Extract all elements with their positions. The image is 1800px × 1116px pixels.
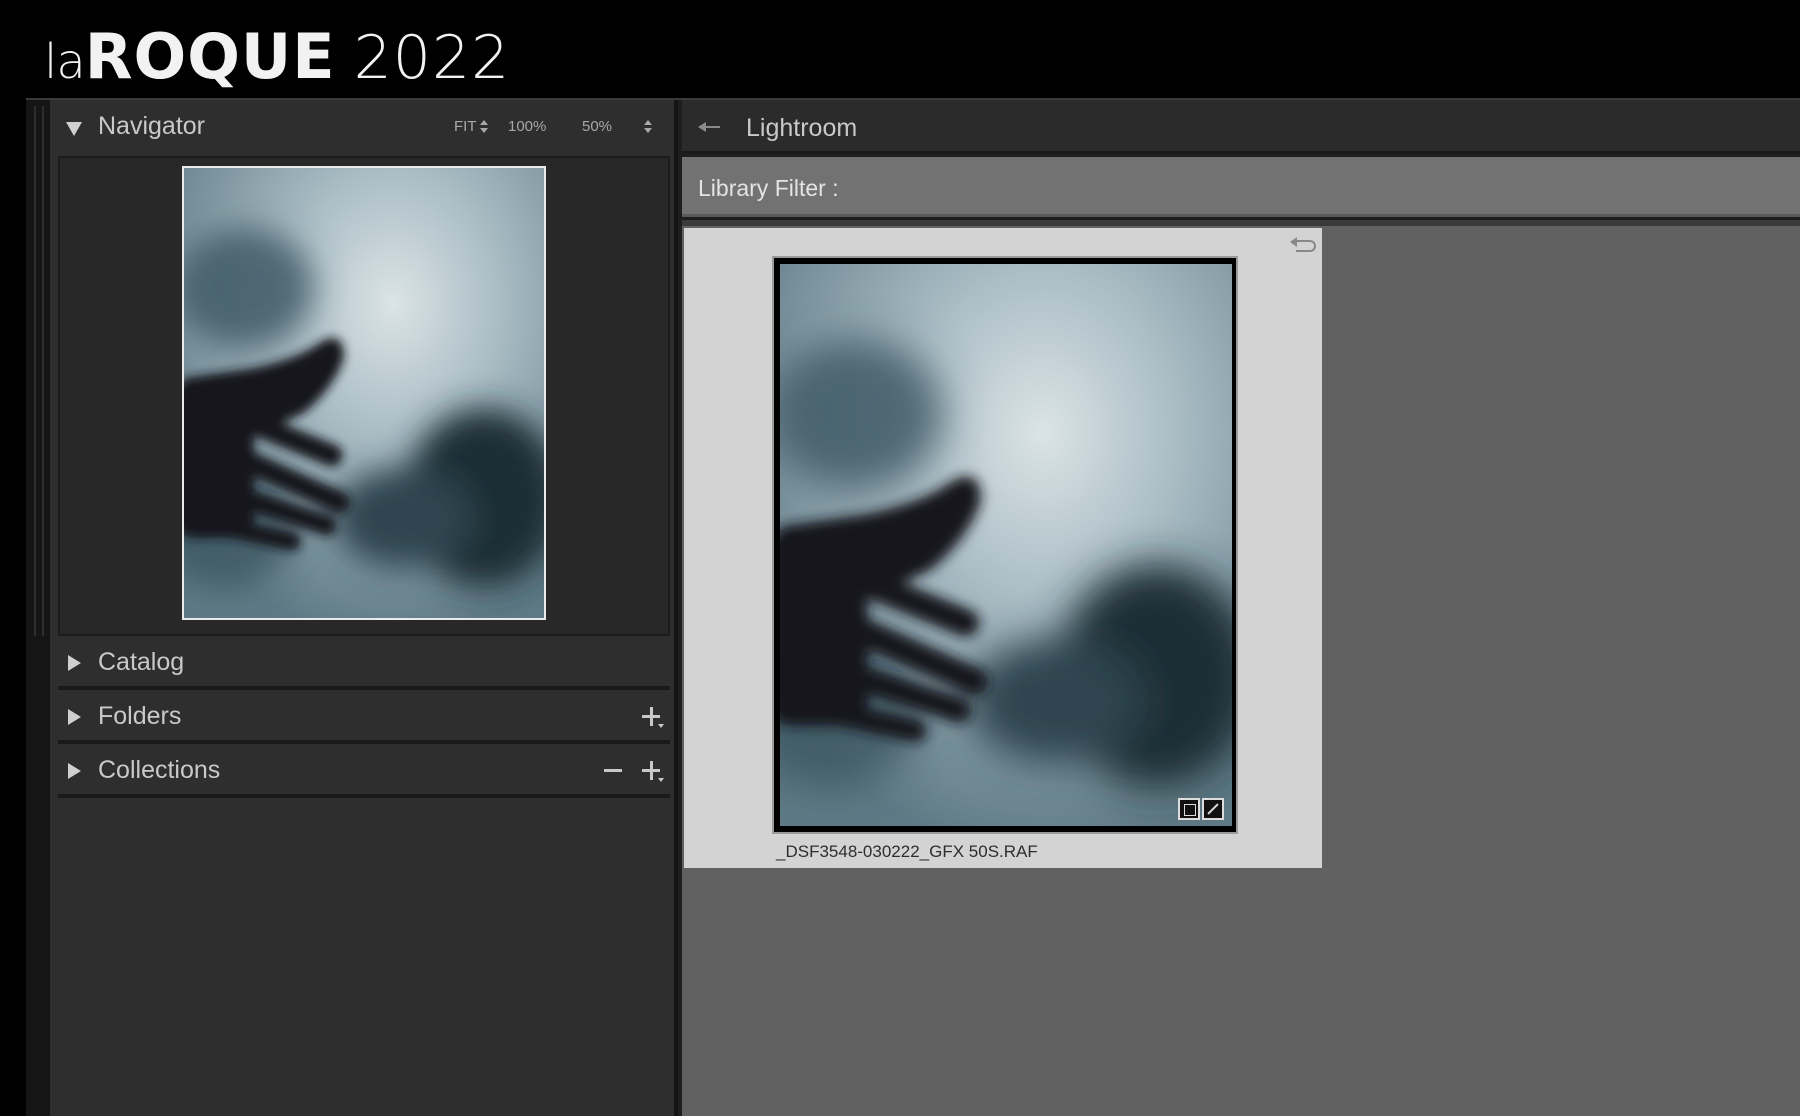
zoom-50[interactable]: 50% (582, 118, 612, 135)
grid-cell[interactable]: _DSF3548-030222_GFX 50S.RAF (684, 228, 1322, 868)
module-bar: Lightroom (682, 100, 1800, 154)
back-arrow-icon[interactable] (698, 118, 724, 136)
collections-section[interactable]: Collections (58, 746, 670, 798)
folders-section[interactable]: Folders (58, 692, 670, 744)
thumbnail-badges (1176, 798, 1224, 820)
library-filter-bar: Library Filter : (682, 157, 1800, 217)
thumbnail-filename: _DSF3548-030222_GFX 50S.RAF (776, 842, 1038, 861)
remove-collection-icon[interactable] (602, 758, 624, 784)
catalog-section[interactable]: Catalog (58, 638, 670, 690)
updown-arrow-icon[interactable] (644, 119, 652, 135)
expand-triangle-icon[interactable] (68, 655, 81, 671)
navigator-header[interactable]: Navigator FIT 100% 50% (50, 100, 674, 154)
expand-triangle-icon[interactable] (68, 763, 81, 779)
thumbnail-frame[interactable] (772, 256, 1238, 834)
brand-roque: ROQUE (84, 20, 336, 93)
collapse-triangle-icon[interactable] (66, 122, 82, 136)
brand-la: la (44, 34, 86, 90)
library-filter-label: Library Filter : (698, 175, 839, 201)
rotate-icon[interactable] (1290, 236, 1318, 254)
brand-year: 2022 (353, 23, 511, 93)
app-label: Lightroom (746, 114, 858, 142)
updown-arrow-icon[interactable] (480, 119, 488, 135)
navigator-title: Navigator (98, 112, 205, 140)
thumbnail-photo[interactable] (780, 264, 1232, 826)
brand-logo: la ROQUE 2022 (44, 20, 510, 96)
photo-image (184, 168, 544, 618)
crop-badge-icon[interactable] (1178, 798, 1200, 820)
navigator-preview[interactable] (58, 156, 670, 636)
collections-title: Collections (98, 756, 221, 784)
navigator-thumbnail[interactable] (182, 166, 546, 620)
left-panel: Navigator FIT 100% 50% Catalog Folders C… (50, 100, 678, 1116)
expand-triangle-icon[interactable] (68, 709, 81, 725)
zoom-options: FIT 100% 50% (454, 118, 674, 138)
grid-view: _DSF3548-030222_GFX 50S.RAF (682, 226, 1800, 1116)
zoom-100[interactable]: 100% (508, 118, 546, 135)
develop-badge-icon[interactable] (1202, 798, 1224, 820)
catalog-title: Catalog (98, 648, 185, 676)
left-panel-edge[interactable] (26, 100, 50, 1116)
zoom-fit[interactable]: FIT (454, 118, 477, 135)
folders-title: Folders (98, 702, 182, 730)
add-collection-icon[interactable] (640, 758, 666, 784)
photo-image (780, 264, 1232, 826)
panel-grip[interactable] (34, 106, 44, 636)
add-folder-icon[interactable] (640, 704, 666, 730)
